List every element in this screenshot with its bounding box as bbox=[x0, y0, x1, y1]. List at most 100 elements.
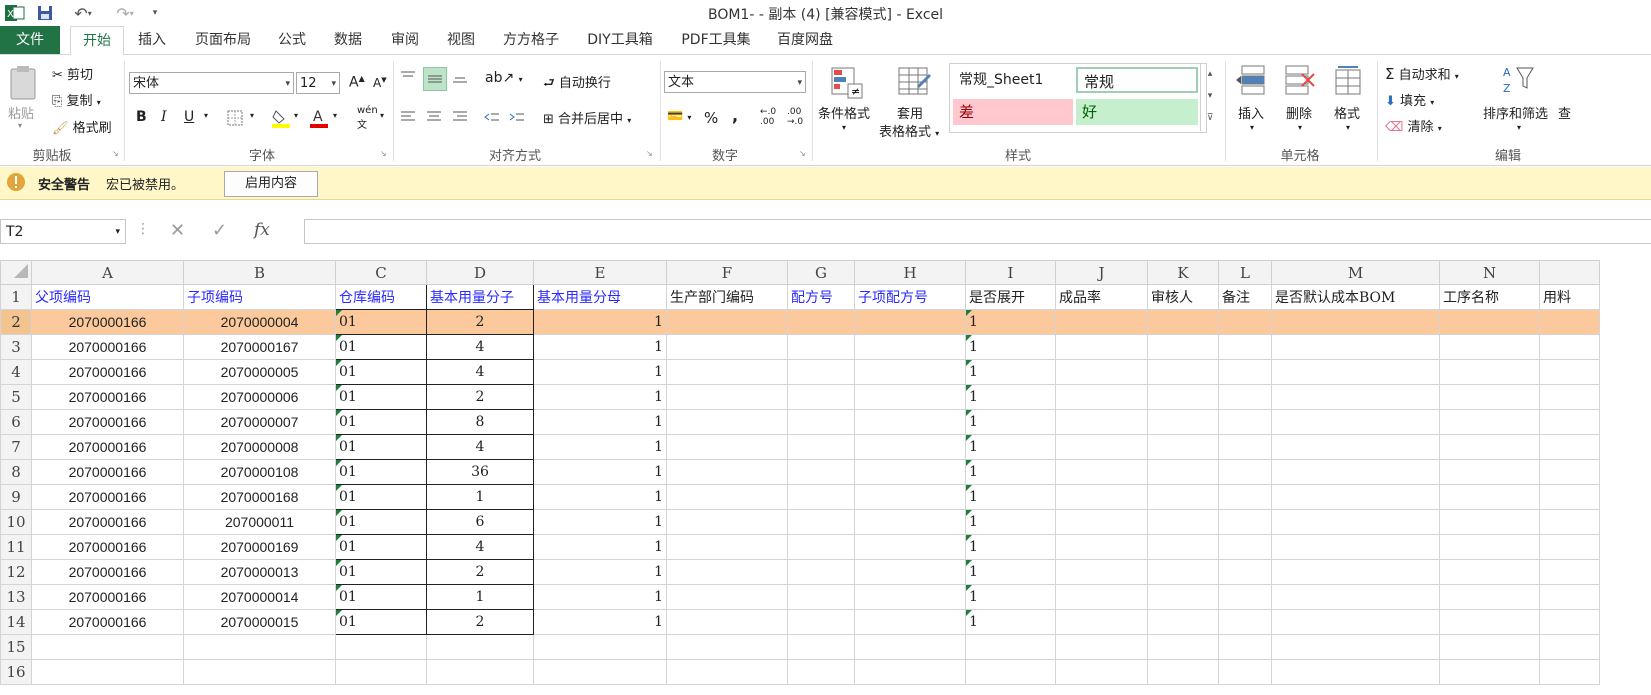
column-header-f[interactable]: F bbox=[666, 260, 788, 285]
cell-child-code[interactable]: 2070000008 bbox=[183, 434, 336, 460]
empty-cell[interactable] bbox=[1147, 334, 1219, 360]
header-cell[interactable]: 是否默认成本BOM bbox=[1271, 284, 1440, 310]
empty-cell[interactable] bbox=[1055, 584, 1148, 610]
empty-cell[interactable] bbox=[1147, 309, 1219, 335]
empty-cell[interactable] bbox=[1539, 484, 1600, 510]
empty-cell[interactable] bbox=[666, 484, 788, 510]
empty-cell[interactable] bbox=[854, 509, 966, 535]
empty-cell[interactable] bbox=[1147, 559, 1219, 585]
cell-parent-code[interactable]: 2070000166 bbox=[31, 309, 184, 335]
cell-qty-numerator[interactable]: 36 bbox=[426, 459, 534, 485]
cell-child-code[interactable]: 2070000007 bbox=[183, 409, 336, 435]
cell-warehouse-code[interactable]: 01 bbox=[335, 359, 427, 385]
empty-cell[interactable] bbox=[1271, 359, 1440, 385]
column-header-o[interactable] bbox=[1539, 260, 1600, 285]
phonetic-guide-icon[interactable]: wén 文 bbox=[357, 105, 378, 131]
select-all-corner[interactable] bbox=[0, 260, 32, 285]
increase-indent-icon[interactable] bbox=[507, 107, 527, 127]
header-cell[interactable]: 仓库编码 bbox=[335, 284, 427, 310]
row-header[interactable]: 5 bbox=[0, 384, 32, 410]
empty-cell[interactable] bbox=[1147, 634, 1219, 660]
cell-warehouse-code[interactable]: 01 bbox=[335, 484, 427, 510]
empty-cell[interactable] bbox=[1218, 359, 1272, 385]
empty-cell[interactable] bbox=[666, 634, 788, 660]
cell-child-code[interactable]: 2070000006 bbox=[183, 384, 336, 410]
align-left-icon[interactable] bbox=[398, 107, 418, 127]
cell-expand-flag[interactable]: 1 bbox=[965, 584, 1056, 610]
cell-warehouse-code[interactable]: 01 bbox=[335, 384, 427, 410]
empty-cell[interactable] bbox=[854, 384, 966, 410]
cell-expand-flag[interactable]: 1 bbox=[965, 534, 1056, 560]
cut-button[interactable]: ✂ 剪切 bbox=[52, 64, 93, 83]
empty-cell[interactable] bbox=[335, 659, 427, 685]
cell-warehouse-code[interactable]: 01 bbox=[335, 534, 427, 560]
empty-cell[interactable] bbox=[1218, 484, 1272, 510]
orientation-icon[interactable]: ab↗ ▾ bbox=[485, 70, 523, 86]
empty-cell[interactable] bbox=[854, 659, 966, 685]
enter-icon[interactable]: ✓ bbox=[212, 220, 227, 241]
tab-pdf-tools[interactable]: PDF工具集 bbox=[675, 26, 757, 54]
cell-qty-numerator[interactable]: 2 bbox=[426, 559, 534, 585]
empty-cell[interactable] bbox=[1539, 584, 1600, 610]
cell-child-code[interactable]: 2070000004 bbox=[183, 309, 336, 335]
insert-button[interactable]: 插入 bbox=[1238, 103, 1264, 122]
empty-cell[interactable] bbox=[666, 309, 788, 335]
empty-cell[interactable] bbox=[1439, 584, 1540, 610]
empty-cell[interactable] bbox=[666, 584, 788, 610]
header-cell[interactable]: 审核人 bbox=[1147, 284, 1219, 310]
cell-child-code[interactable]: 2070000015 bbox=[183, 609, 336, 635]
find-select-button[interactable]: 查 bbox=[1558, 103, 1571, 122]
conditional-formatting-button[interactable]: 条件格式 bbox=[818, 103, 870, 122]
column-header-k[interactable]: K bbox=[1147, 260, 1219, 285]
underline-button[interactable]: U bbox=[184, 109, 194, 125]
font-color-icon[interactable]: A bbox=[308, 107, 330, 129]
tab-file[interactable]: 文件 bbox=[0, 26, 60, 54]
empty-cell[interactable] bbox=[1147, 534, 1219, 560]
cell-parent-code[interactable]: 2070000166 bbox=[31, 609, 184, 635]
cell-warehouse-code[interactable]: 01 bbox=[335, 409, 427, 435]
borders-icon[interactable] bbox=[226, 109, 244, 127]
empty-cell[interactable] bbox=[666, 409, 788, 435]
cell-child-code[interactable]: 2070000168 bbox=[183, 484, 336, 510]
empty-cell[interactable] bbox=[1147, 459, 1219, 485]
conditional-formatting-icon[interactable]: ≠ bbox=[828, 65, 866, 101]
empty-cell[interactable] bbox=[854, 409, 966, 435]
row-header[interactable]: 10 bbox=[0, 509, 32, 535]
header-cell[interactable]: 备注 bbox=[1218, 284, 1272, 310]
empty-cell[interactable] bbox=[1055, 434, 1148, 460]
insert-cells-icon[interactable] bbox=[1235, 63, 1269, 97]
empty-cell[interactable] bbox=[1218, 509, 1272, 535]
empty-cell[interactable] bbox=[787, 384, 855, 410]
row-header[interactable]: 14 bbox=[0, 609, 32, 635]
column-header-g[interactable]: G bbox=[787, 260, 855, 285]
empty-cell[interactable] bbox=[1147, 584, 1219, 610]
empty-cell[interactable] bbox=[1271, 459, 1440, 485]
cell-parent-code[interactable]: 2070000166 bbox=[31, 559, 184, 585]
cell-child-code[interactable]: 2070000005 bbox=[183, 359, 336, 385]
empty-cell[interactable] bbox=[1147, 609, 1219, 635]
align-center-icon[interactable] bbox=[424, 107, 444, 127]
empty-cell[interactable] bbox=[1271, 634, 1440, 660]
empty-cell[interactable] bbox=[787, 409, 855, 435]
empty-cell[interactable] bbox=[1539, 434, 1600, 460]
column-header-c[interactable]: C bbox=[335, 260, 427, 285]
cell-qty-denominator[interactable]: 1 bbox=[533, 434, 667, 460]
fill-button[interactable]: ⬇ 填充 ▾ bbox=[1385, 90, 1434, 109]
empty-cell[interactable] bbox=[666, 459, 788, 485]
tab-diy-toolbox[interactable]: DIY工具箱 bbox=[580, 26, 660, 54]
empty-cell[interactable] bbox=[1271, 659, 1440, 685]
decrease-font-icon[interactable]: A▼ bbox=[373, 76, 387, 90]
empty-cell[interactable] bbox=[1055, 609, 1148, 635]
header-cell[interactable]: 配方号 bbox=[787, 284, 855, 310]
empty-cell[interactable] bbox=[666, 609, 788, 635]
row-header[interactable]: 12 bbox=[0, 559, 32, 585]
cell-qty-denominator[interactable]: 1 bbox=[533, 384, 667, 410]
sort-filter-dropdown-icon[interactable]: ▾ bbox=[1517, 123, 1521, 132]
empty-cell[interactable] bbox=[426, 659, 534, 685]
empty-cell[interactable] bbox=[1147, 659, 1219, 685]
tab-insert[interactable]: 插入 bbox=[132, 26, 172, 54]
empty-cell[interactable] bbox=[854, 359, 966, 385]
empty-cell[interactable] bbox=[854, 334, 966, 360]
paste-icon[interactable] bbox=[6, 63, 40, 103]
cell-qty-denominator[interactable]: 1 bbox=[533, 509, 667, 535]
